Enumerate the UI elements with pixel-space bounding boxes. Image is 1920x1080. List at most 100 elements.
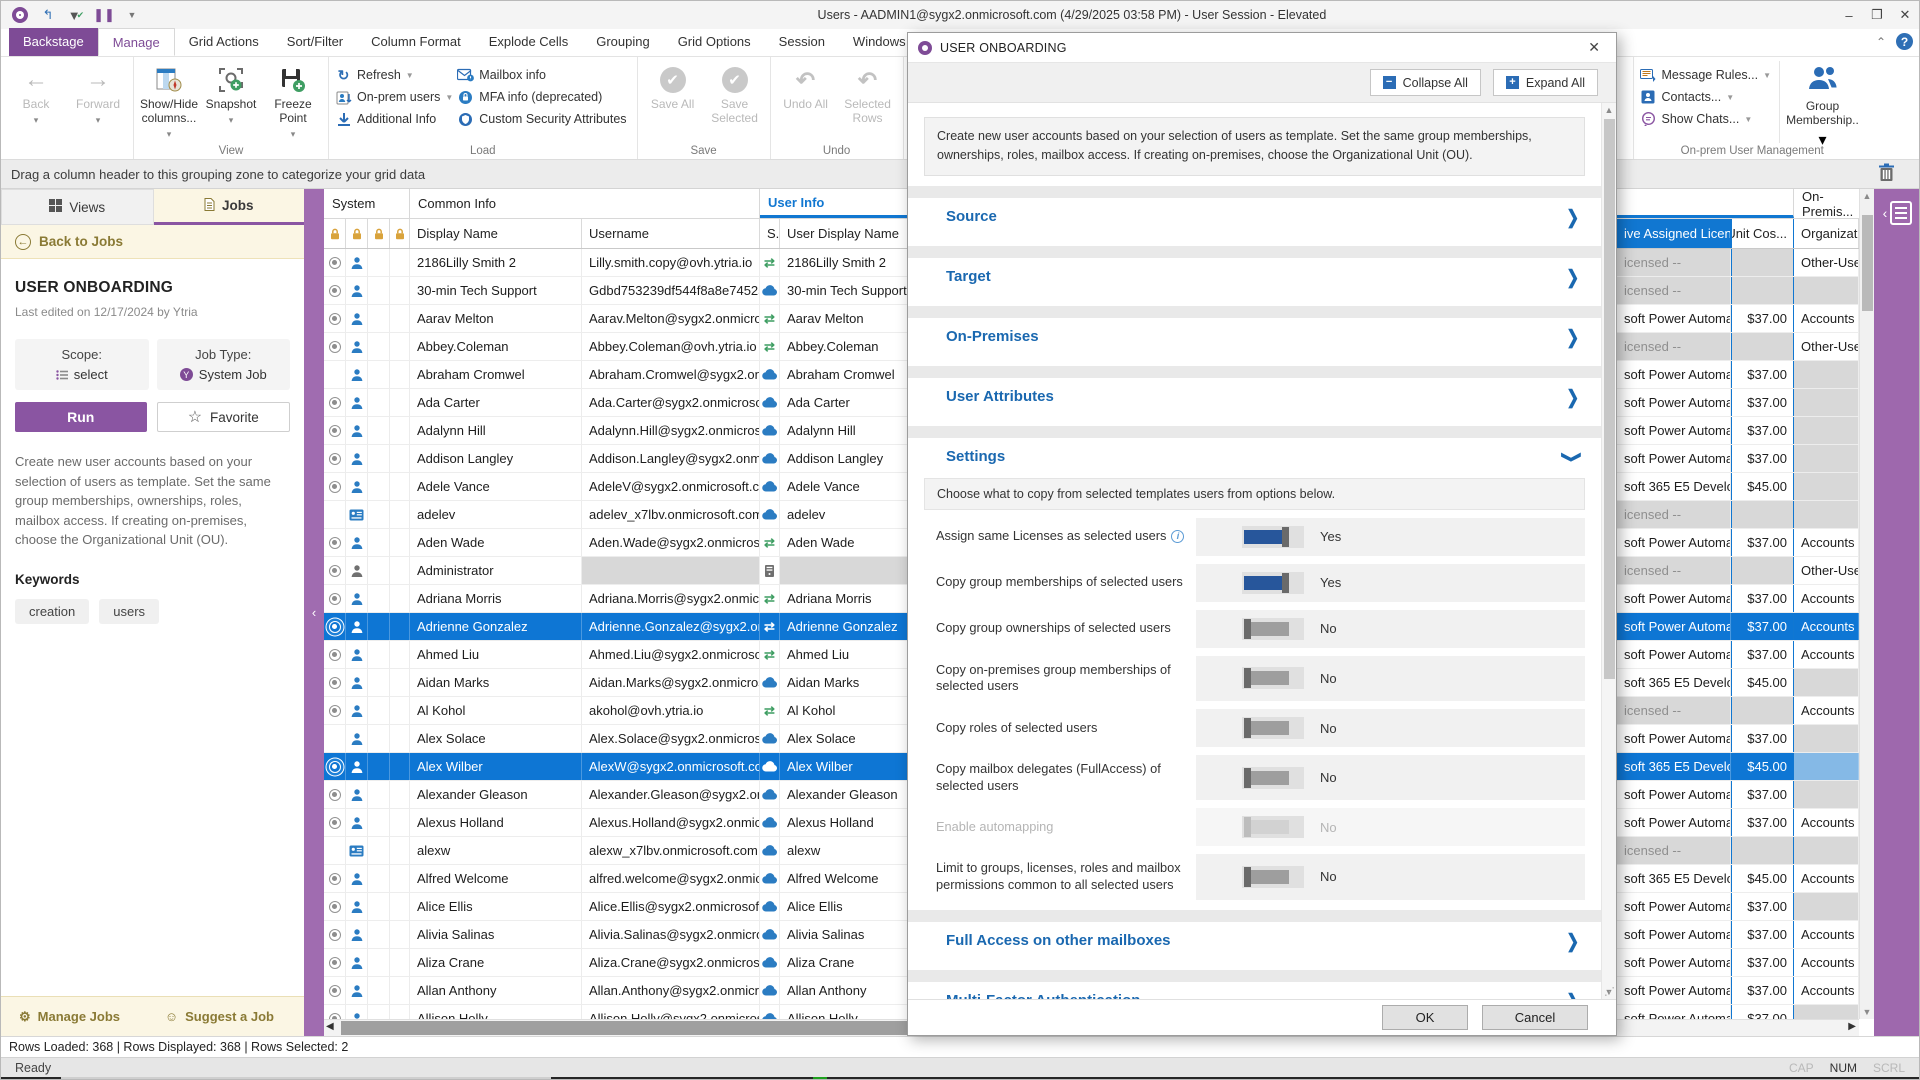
display-name-cell[interactable]: Alfred Welcome (410, 865, 582, 892)
organization-cell[interactable] (1794, 669, 1859, 696)
organization-cell[interactable]: Accounts (1794, 613, 1859, 640)
unit-cost-cell[interactable]: $37.00 (1731, 921, 1794, 948)
expand-panel-arrow-icon[interactable]: ‹ (1883, 205, 1888, 221)
license-cell[interactable]: soft Power Automat (1617, 1005, 1731, 1019)
tab-grouping[interactable]: Grouping (582, 28, 663, 56)
display-name-cell[interactable]: Alex Wilber (410, 753, 582, 780)
mailbox-info-button[interactable]: Mailbox info (457, 67, 626, 83)
display-name-cell[interactable]: Abbey.Coleman (410, 333, 582, 360)
license-cell[interactable]: soft Power Automat (1617, 641, 1731, 668)
display-name-cell[interactable]: Allan Anthony (410, 977, 582, 1004)
dialog-scroll-thumb[interactable] (1604, 119, 1615, 679)
tab-explode-cells[interactable]: Explode Cells (475, 28, 583, 56)
scroll-right-icon[interactable]: ▶ (1848, 1021, 1856, 1032)
license-cell[interactable]: icensed -- (1617, 697, 1731, 724)
dialog-scroll-up-icon[interactable]: ▲ (1602, 105, 1616, 115)
collapse-ribbon-icon[interactable]: ⌃ (1876, 35, 1886, 49)
username-cell[interactable]: Lilly.smith.copy@ovh.ytria.io (582, 249, 760, 276)
hscroll-thumb[interactable] (341, 1021, 907, 1035)
display-name-cell[interactable]: Alivia Salinas (410, 921, 582, 948)
display-name-cell[interactable]: Aliza Crane (410, 949, 582, 976)
display-name-cell[interactable]: Adele Vance (410, 473, 582, 500)
license-cell[interactable]: soft 365 E5 Develop (1617, 473, 1731, 500)
filter-check-icon[interactable]: ▼✔ (67, 6, 85, 24)
column-group-system[interactable]: System (324, 189, 410, 218)
username-cell[interactable]: AdeleV@sygx2.onmicrosoft.com (582, 473, 760, 500)
unit-cost-cell[interactable] (1731, 557, 1794, 584)
organization-cell[interactable] (1794, 277, 1859, 304)
username-cell[interactable]: Gdbd753239df544f8a8e74525f8 (582, 277, 760, 304)
display-name-cell[interactable]: Aarav Melton (410, 305, 582, 332)
unit-cost-cell[interactable]: $45.00 (1731, 473, 1794, 500)
scroll-left-icon[interactable]: ◀ (326, 1021, 334, 1032)
username-cell[interactable]: Adriana.Morris@sygx2.onmicrosoft.com (582, 585, 760, 612)
license-cell[interactable]: icensed -- (1617, 557, 1731, 584)
section-on-premises[interactable]: On-Premises❯ (908, 318, 1601, 356)
column-header-assigned-licenses[interactable]: ive Assigned Licen... (1617, 219, 1731, 248)
license-cell[interactable]: soft Power Automat (1617, 809, 1731, 836)
organization-cell[interactable] (1794, 417, 1859, 444)
organization-cell[interactable]: Accounts (1794, 305, 1859, 332)
organization-cell[interactable]: Accounts (1794, 529, 1859, 556)
unit-cost-cell[interactable]: $37.00 (1731, 781, 1794, 808)
display-name-cell[interactable]: Addison Langley (410, 445, 582, 472)
organization-cell[interactable]: Accounts (1794, 585, 1859, 612)
snapshot-button[interactable]: Snapshot▾ (202, 61, 260, 143)
manage-jobs-button[interactable]: ⚙ Manage Jobs (19, 1009, 120, 1025)
unit-cost-cell[interactable]: $37.00 (1731, 585, 1794, 612)
tab-grid-options[interactable]: Grid Options (664, 28, 765, 56)
unit-cost-cell[interactable]: $37.00 (1731, 893, 1794, 920)
username-cell[interactable]: AlexW@sygx2.onmicrosoft.com (582, 753, 760, 780)
close-button[interactable]: ✕ (1891, 1, 1919, 29)
unit-cost-cell[interactable]: $37.00 (1731, 417, 1794, 444)
username-cell[interactable]: Alex.Solace@sygx2.onmicrosoft.com (582, 725, 760, 752)
tab-jobs[interactable]: Jobs (154, 189, 305, 225)
display-name-cell[interactable]: adelev (410, 501, 582, 528)
message-rules-button[interactable]: Message Rules...▼ (1640, 67, 1772, 83)
unit-cost-cell[interactable]: $45.00 (1731, 865, 1794, 892)
unit-cost-cell[interactable]: $37.00 (1731, 613, 1794, 640)
help-icon[interactable]: ? (1896, 33, 1913, 50)
display-name-cell[interactable]: Al Kohol (410, 697, 582, 724)
display-name-cell[interactable]: Alexus Holland (410, 809, 582, 836)
trash-icon[interactable] (1878, 163, 1895, 185)
organization-cell[interactable] (1794, 725, 1859, 752)
username-cell[interactable]: akohol@ovh.ytria.io (582, 697, 760, 724)
license-cell[interactable]: soft 365 E5 Develop (1617, 669, 1731, 696)
display-name-cell[interactable]: Aden Wade (410, 529, 582, 556)
column-header-sync-status[interactable]: S... (760, 219, 780, 248)
username-cell[interactable]: Alivia.Salinas@sygx2.onmicrosoft.com (582, 921, 760, 948)
scope-box[interactable]: Scope: select (15, 339, 149, 390)
unit-cost-cell[interactable] (1731, 501, 1794, 528)
scroll-up-icon[interactable]: ▲ (1860, 191, 1874, 201)
username-cell[interactable]: adelev_x7lbv.onmicrosoft.com (582, 501, 760, 528)
username-cell[interactable]: Aidan.Marks@sygx2.onmicrosoft.com (582, 669, 760, 696)
suggest-job-button[interactable]: ☺ Suggest a Job (165, 1009, 274, 1024)
column-header-display-name[interactable]: Display Name (410, 219, 582, 248)
display-name-cell[interactable]: Administrator (410, 557, 582, 584)
section-user-attributes[interactable]: User Attributes❯ (908, 378, 1601, 416)
section-target[interactable]: Target❯ (908, 258, 1601, 296)
unit-cost-cell[interactable]: $37.00 (1731, 949, 1794, 976)
unit-cost-cell[interactable] (1731, 277, 1794, 304)
unit-cost-cell[interactable]: $37.00 (1731, 1005, 1794, 1019)
license-cell[interactable]: soft 365 E5 Develop (1617, 865, 1731, 892)
license-cell[interactable]: soft Power Automat (1617, 529, 1731, 556)
organization-cell[interactable] (1794, 781, 1859, 808)
column-header-username[interactable]: Username (582, 219, 760, 248)
username-cell[interactable]: Addison.Langley@sygx2.onmicrosoft.com (582, 445, 760, 472)
organization-cell[interactable]: Other-Use (1794, 557, 1859, 584)
organization-cell[interactable]: Accounts (1794, 949, 1859, 976)
on-prem-users-button[interactable]: On-prem users▼ (335, 89, 453, 105)
back-to-jobs-button[interactable]: ← Back to Jobs (1, 225, 304, 259)
unit-cost-cell[interactable]: $37.00 (1731, 809, 1794, 836)
keyword-tag[interactable]: creation (15, 599, 89, 624)
unit-cost-cell[interactable] (1731, 249, 1794, 276)
tab-session[interactable]: Session (765, 28, 839, 56)
undo-all-button[interactable]: ↶Undo All (777, 61, 835, 143)
save-selected-button[interactable]: ✔Save Selected (706, 61, 764, 143)
organization-cell[interactable]: Other-Use (1794, 249, 1859, 276)
license-cell[interactable]: icensed -- (1617, 501, 1731, 528)
show-hide-columns-button[interactable]: Show/Hide columns...▾ (140, 61, 198, 143)
license-cell[interactable]: soft Power Automat (1617, 613, 1731, 640)
